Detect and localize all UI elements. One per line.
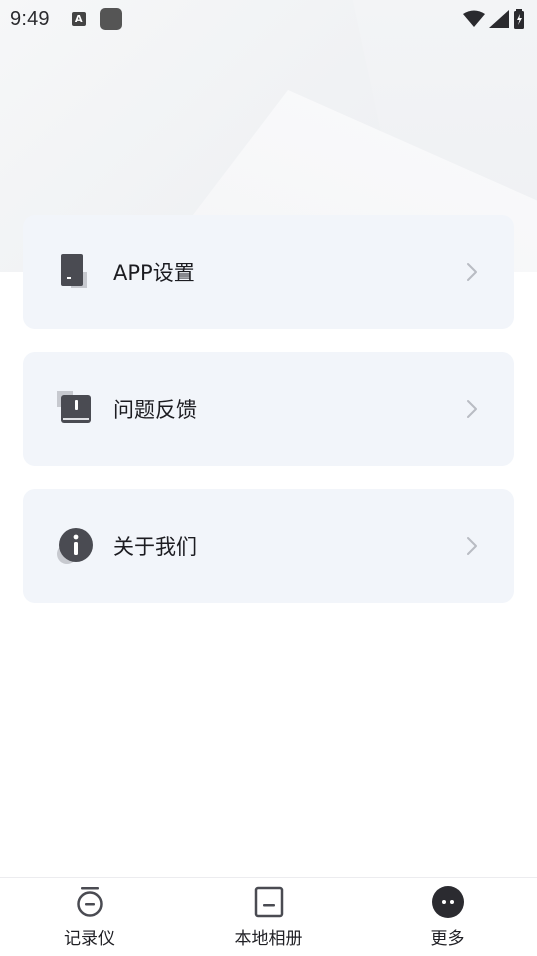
nav-item-more[interactable]: 更多 [358,878,537,956]
wifi-icon [463,10,485,27]
chevron-right-icon [467,263,477,281]
settings-menu: APP设置 问题反馈 关于我们 [23,215,514,626]
nav-label: 本地相册 [234,929,303,949]
keyboard-icon: A [71,12,86,26]
more-icon [431,886,464,918]
nav-label: 更多 [430,929,465,949]
menu-item-about-us[interactable]: 关于我们 [23,489,514,603]
nav-item-local-album[interactable]: 本地相册 [179,878,358,956]
feedback-icon [55,389,95,429]
album-icon [253,886,285,918]
status-icons [463,9,527,29]
menu-item-label: APP设置 [113,261,195,285]
more-screen: 9:49 A APP设置 问题反馈 关于我们 记录仪 本地相册 更多 [0,0,537,956]
menu-item-label: 问题反馈 [113,398,197,422]
chevron-right-icon [467,400,477,418]
info-icon [55,526,95,566]
menu-item-label: 关于我们 [113,535,197,559]
menu-item-feedback[interactable]: 问题反馈 [23,352,514,466]
status-time: 9:49 [10,7,50,30]
recorder-icon [74,886,106,918]
bottom-navigation: 记录仪 本地相册 更多 [0,877,537,956]
status-bar: 9:49 A [0,0,537,38]
battery-charging-icon [514,9,524,29]
app-square-icon [99,8,122,30]
signal-icon [489,10,509,28]
app-settings-icon [55,252,95,292]
menu-item-app-settings[interactable]: APP设置 [23,215,514,329]
chevron-right-icon [467,537,477,555]
nav-item-recorder[interactable]: 记录仪 [0,878,179,956]
nav-label: 记录仪 [64,929,115,949]
